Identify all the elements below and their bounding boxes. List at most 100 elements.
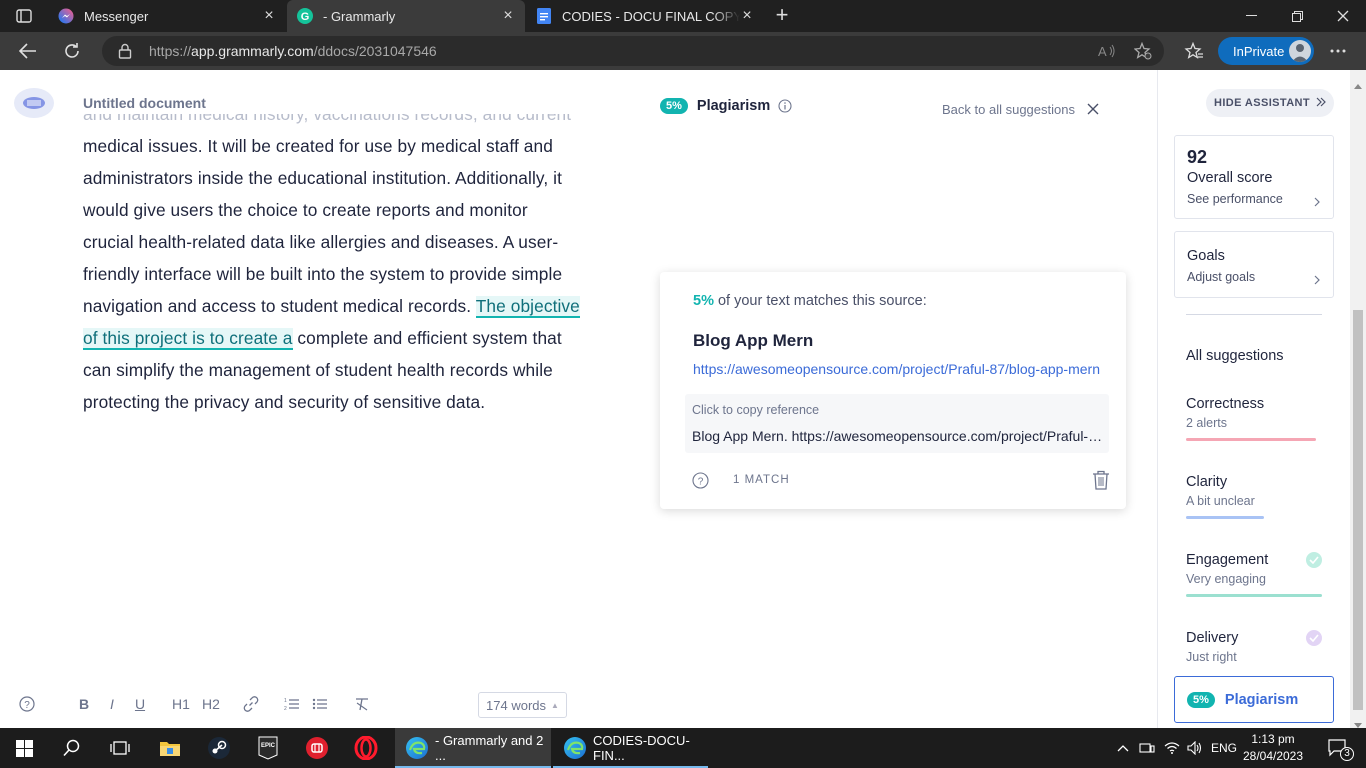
windows-start-icon[interactable] bbox=[0, 728, 48, 768]
refresh-icon[interactable] bbox=[60, 39, 84, 63]
tab-google-docs[interactable]: CODIES - DOCU FINAL COPY DRA × bbox=[526, 0, 764, 32]
close-window-icon[interactable] bbox=[1320, 0, 1366, 32]
source-url-link[interactable]: https://awesomeopensource.com/project/Pr… bbox=[693, 361, 1103, 377]
category-clarity[interactable]: Clarity A bit unclear bbox=[1186, 474, 1326, 519]
document-title[interactable]: Untitled document bbox=[83, 95, 206, 111]
address-bar[interactable]: https://app.grammarly.com/ddocs/20310475… bbox=[102, 36, 1164, 66]
clock-date: 28/04/2023 bbox=[1242, 749, 1304, 763]
scroll-up-icon[interactable] bbox=[1354, 76, 1362, 89]
page-scrollbar[interactable] bbox=[1350, 70, 1366, 728]
favorites-icon[interactable] bbox=[1182, 39, 1206, 63]
new-tab-button[interactable]: + bbox=[770, 4, 794, 28]
help-icon[interactable]: ? bbox=[692, 472, 709, 489]
devices-icon[interactable] bbox=[1136, 728, 1158, 768]
add-favorite-icon[interactable] bbox=[1134, 42, 1152, 60]
tab-actions-icon[interactable] bbox=[10, 6, 38, 26]
plagiarism-highlight[interactable]: of this project is to create a bbox=[83, 328, 293, 350]
scrollbar-thumb[interactable] bbox=[1353, 310, 1363, 710]
chevron-right-icon bbox=[1313, 272, 1323, 285]
volume-icon[interactable] bbox=[1184, 728, 1206, 768]
goals-card[interactable]: Goals Adjust goals bbox=[1174, 231, 1334, 298]
search-icon[interactable] bbox=[48, 728, 96, 768]
notification-count: 3 bbox=[1340, 747, 1354, 761]
numbered-list-icon[interactable]: 12 bbox=[278, 691, 306, 717]
category-desc: A bit unclear bbox=[1186, 494, 1255, 508]
clock[interactable]: 1:13 pm 28/04/2023 bbox=[1240, 731, 1306, 765]
double-chevron-right-icon bbox=[1316, 97, 1326, 110]
svg-text:1: 1 bbox=[284, 698, 287, 704]
grammarly-app: Untitled document and maintain medical h… bbox=[0, 70, 1366, 728]
copy-reference-label: Click to copy reference bbox=[692, 403, 820, 417]
help-icon[interactable]: ? bbox=[12, 691, 42, 717]
plagiarism-percent-badge: 5% bbox=[660, 98, 688, 114]
info-icon[interactable] bbox=[778, 99, 792, 113]
close-tab-icon[interactable]: × bbox=[740, 7, 754, 24]
close-icon[interactable] bbox=[1086, 102, 1100, 116]
svg-text:EPIC: EPIC bbox=[261, 743, 276, 749]
heading2-button[interactable]: H2 bbox=[196, 691, 226, 717]
see-performance-link[interactable]: See performance bbox=[1187, 192, 1283, 206]
steam-icon[interactable] bbox=[195, 728, 243, 768]
back-to-suggestions-link[interactable]: Back to all suggestions bbox=[942, 102, 1075, 117]
chevron-right-icon bbox=[1313, 194, 1323, 207]
wifi-icon[interactable] bbox=[1160, 728, 1184, 768]
copy-reference-box[interactable]: Click to copy reference Blog App Mern. h… bbox=[685, 394, 1109, 453]
inprivate-label: InPrivate bbox=[1233, 43, 1285, 59]
window-controls bbox=[1228, 0, 1366, 32]
word-count-button[interactable]: 174 words ▲ bbox=[478, 692, 567, 718]
underline-button[interactable]: U bbox=[126, 691, 154, 717]
back-arrow-icon[interactable] bbox=[16, 39, 40, 63]
notifications-icon[interactable]: 3 bbox=[1318, 728, 1358, 768]
close-tab-icon[interactable]: × bbox=[262, 7, 276, 24]
category-engagement[interactable]: Engagement Very engaging bbox=[1186, 552, 1326, 597]
scroll-down-icon[interactable] bbox=[1354, 716, 1362, 728]
epic-games-icon[interactable]: EPIC bbox=[244, 728, 292, 768]
taskbar-app-edge-codies[interactable]: CODIES-DOCU-FIN... bbox=[553, 728, 708, 768]
restore-icon[interactable] bbox=[1274, 0, 1320, 32]
category-delivery[interactable]: Delivery Just right bbox=[1186, 630, 1326, 664]
adjust-goals-link[interactable]: Adjust goals bbox=[1187, 270, 1255, 284]
inprivate-button[interactable]: InPrivate bbox=[1218, 37, 1314, 65]
profile-avatar bbox=[1289, 40, 1311, 62]
doc-line: protecting the privacy and security of s… bbox=[83, 392, 486, 412]
tab-title: Messenger bbox=[84, 8, 149, 24]
task-view-icon[interactable] bbox=[96, 728, 144, 768]
all-suggestions-link[interactable]: All suggestions bbox=[1186, 348, 1284, 364]
plagiarism-button[interactable]: 5% Plagiarism bbox=[1174, 676, 1334, 723]
overall-score-label: Overall score bbox=[1187, 170, 1273, 186]
overall-score-card[interactable]: 92 Overall score See performance bbox=[1174, 135, 1334, 219]
language-indicator[interactable]: ENG bbox=[1208, 728, 1240, 768]
taskbar-app-edge-grammarly[interactable]: - Grammarly and 2 ... bbox=[395, 728, 551, 768]
trash-icon[interactable] bbox=[1092, 470, 1110, 490]
tab-grammarly[interactable]: G - Grammarly × bbox=[287, 0, 525, 32]
reference-text: Blog App Mern. https://awesomeopensource… bbox=[692, 428, 1109, 444]
doc-line: navigation and access to student medical… bbox=[83, 296, 580, 318]
svg-text:A: A bbox=[1098, 44, 1107, 58]
italic-button[interactable]: I bbox=[98, 691, 126, 717]
plagiarism-highlight[interactable]: The objective bbox=[475, 296, 580, 318]
caret-up-icon: ▲ bbox=[551, 700, 559, 710]
clear-formatting-icon[interactable] bbox=[348, 691, 376, 717]
more-options-icon[interactable] bbox=[1326, 39, 1350, 63]
category-desc: 2 alerts bbox=[1186, 416, 1227, 430]
plagiarism-source-card: 5% of your text matches this source: Blo… bbox=[660, 272, 1126, 509]
bold-button[interactable]: B bbox=[70, 691, 98, 717]
link-icon[interactable] bbox=[236, 691, 266, 717]
taskbar-app-label: - Grammarly and 2 ... bbox=[435, 733, 544, 763]
file-explorer-icon[interactable] bbox=[146, 728, 194, 768]
category-correctness[interactable]: Correctness 2 alerts bbox=[1186, 396, 1326, 441]
show-hidden-icons[interactable] bbox=[1112, 728, 1134, 768]
category-bar bbox=[1186, 438, 1316, 441]
hide-assistant-button[interactable]: HIDE ASSISTANT bbox=[1206, 89, 1334, 117]
close-tab-icon[interactable]: × bbox=[501, 7, 515, 24]
grammarly-menu-icon[interactable] bbox=[14, 88, 54, 118]
lock-icon[interactable] bbox=[118, 43, 134, 59]
bullet-list-icon[interactable] bbox=[306, 691, 334, 717]
document-editor[interactable]: and maintain medical history, vaccinatio… bbox=[83, 114, 623, 484]
opera-icon[interactable] bbox=[342, 728, 390, 768]
read-aloud-icon[interactable]: A bbox=[1098, 42, 1116, 60]
minimize-icon[interactable] bbox=[1228, 0, 1274, 32]
heading1-button[interactable]: H1 bbox=[166, 691, 196, 717]
game-launcher-icon[interactable] bbox=[293, 728, 341, 768]
tab-messenger[interactable]: Messenger × bbox=[48, 0, 286, 32]
